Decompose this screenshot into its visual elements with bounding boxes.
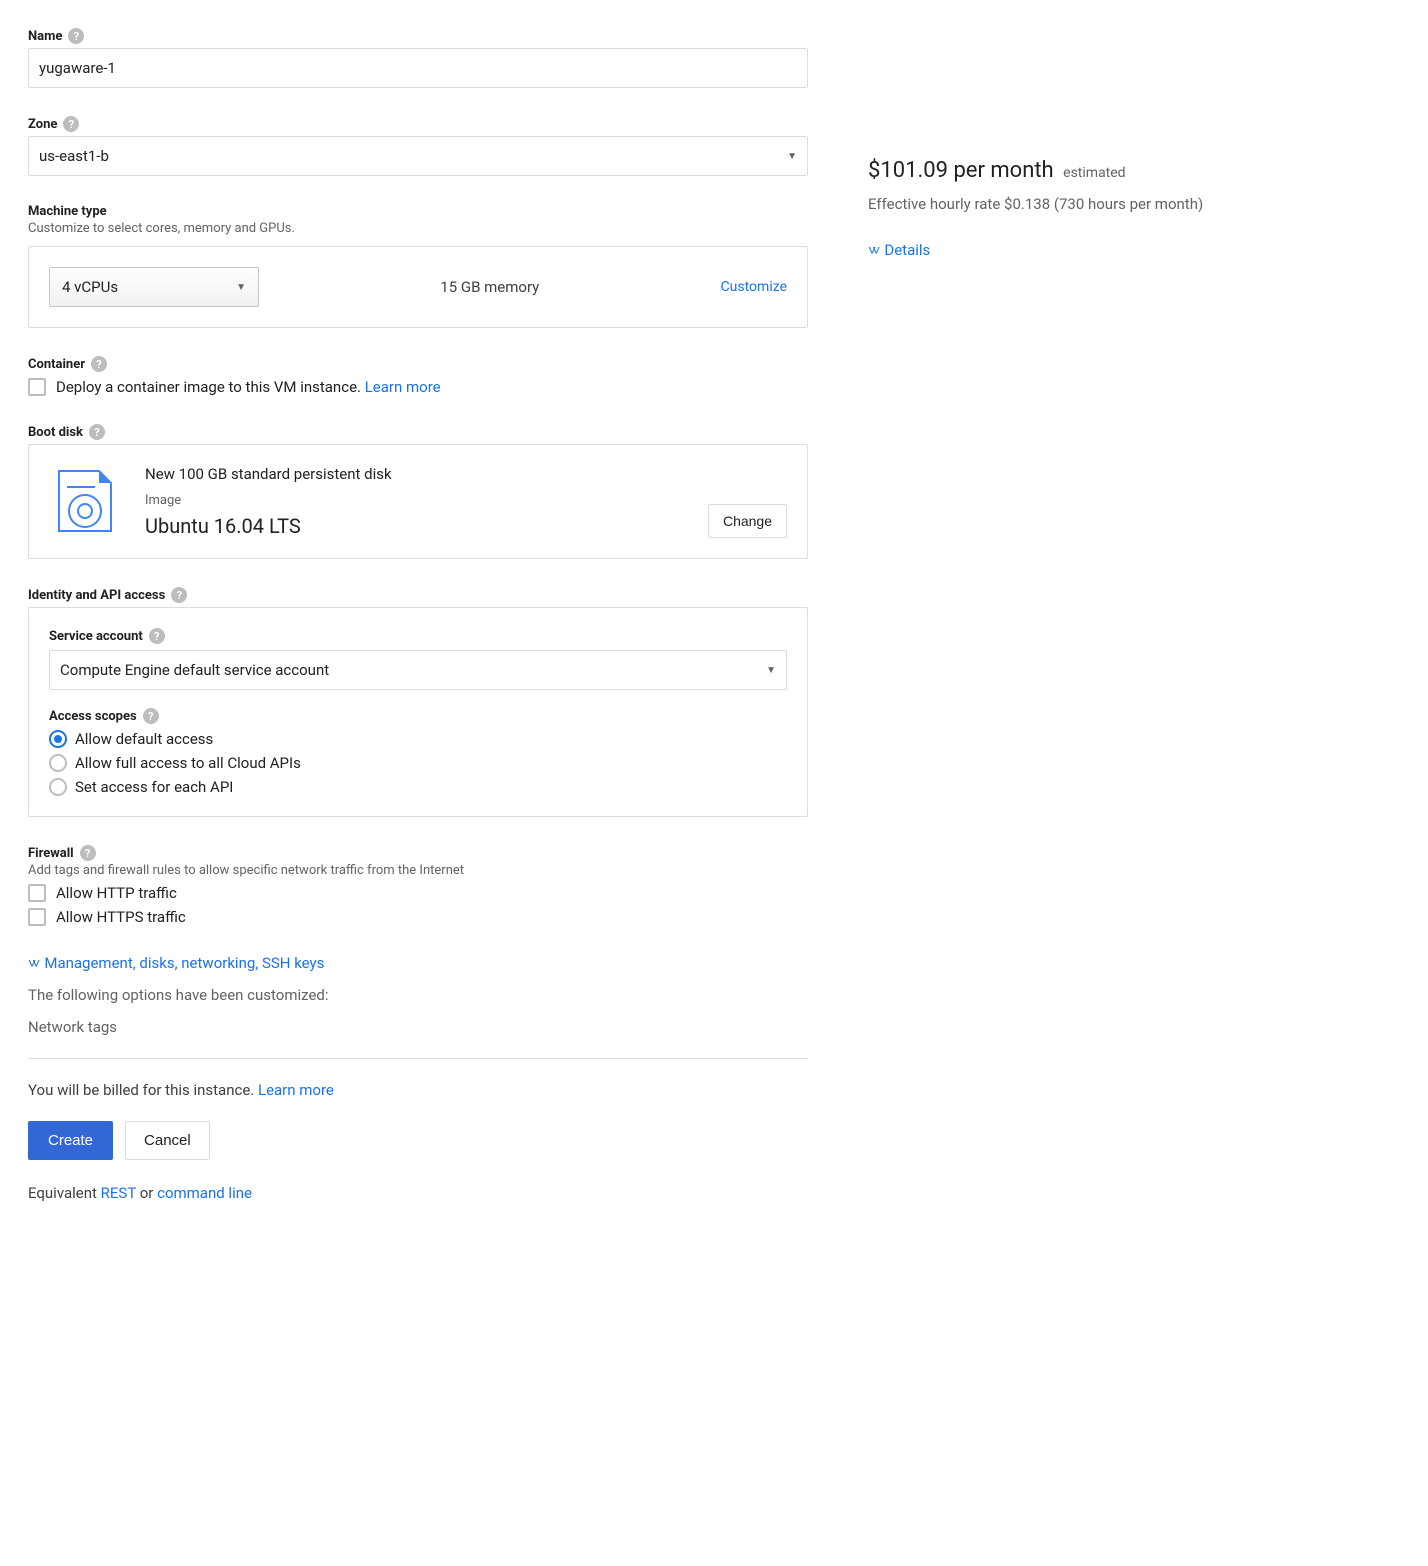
name-section: Name ? <box>28 28 808 88</box>
expand-row[interactable]: ˅˅ Management, disks, networking, SSH ke… <box>28 954 808 972</box>
rest-link[interactable]: REST <box>101 1184 136 1202</box>
memory-text: 15 GB memory <box>299 278 681 296</box>
bootdisk-os: Ubuntu 16.04 LTS <box>145 514 684 538</box>
firewall-label: Firewall <box>28 846 74 861</box>
customized-item: Network tags <box>28 1018 808 1036</box>
machine-section: Machine type Customize to select cores, … <box>28 204 808 328</box>
help-icon[interactable]: ? <box>91 356 107 372</box>
create-button[interactable]: Create <box>28 1121 113 1160</box>
scope-label: Allow default access <box>75 730 213 748</box>
machine-subtext: Customize to select cores, memory and GP… <box>28 221 808 236</box>
https-checkbox[interactable] <box>28 908 46 926</box>
http-label: Allow HTTP traffic <box>56 884 177 902</box>
vcpu-select[interactable]: 4 vCPUs ▼ <box>49 267 259 307</box>
container-learn-more-link[interactable]: Learn more <box>365 378 441 396</box>
http-checkbox[interactable] <box>28 884 46 902</box>
name-label: Name <box>28 29 62 44</box>
scope-radio-each[interactable] <box>49 778 67 796</box>
equivalent-text: Equivalent REST or command line <box>28 1184 808 1202</box>
bootdisk-section: Boot disk ? New 100 GB standard persiste… <box>28 424 808 559</box>
expand-link: Management, disks, networking, SSH keys <box>44 954 324 972</box>
change-button[interactable]: Change <box>708 504 787 538</box>
chevron-down-icon: ▼ <box>236 282 246 293</box>
service-account-select[interactable]: Compute Engine default service account ▼ <box>49 650 787 690</box>
help-icon[interactable]: ? <box>89 424 105 440</box>
zone-label: Zone <box>28 117 57 132</box>
container-checkbox[interactable] <box>28 378 46 396</box>
chevron-down-icon: ▼ <box>787 151 797 162</box>
customized-heading: The following options have been customiz… <box>28 986 808 1004</box>
container-text: Deploy a container image to this VM inst… <box>56 378 441 396</box>
machine-label: Machine type <box>28 204 107 219</box>
identity-section: Identity and API access ? Service accoun… <box>28 587 808 817</box>
service-account-value: Compute Engine default service account <box>60 661 329 679</box>
access-scopes-label: Access scopes <box>49 709 137 724</box>
zone-select[interactable]: us-east1-b ▼ <box>28 136 808 176</box>
bootdisk-label: Boot disk <box>28 425 83 440</box>
name-input[interactable] <box>28 48 808 88</box>
identity-label: Identity and API access <box>28 588 165 603</box>
cancel-button[interactable]: Cancel <box>125 1121 210 1160</box>
service-account-label: Service account <box>49 629 143 644</box>
scope-label: Set access for each API <box>75 778 233 796</box>
help-icon[interactable]: ? <box>80 845 96 861</box>
divider <box>28 1058 808 1059</box>
customize-link[interactable]: Customize <box>721 279 787 295</box>
bootdisk-image-label: Image <box>145 493 684 508</box>
zone-value: us-east1-b <box>39 147 109 165</box>
firewall-subtext: Add tags and firewall rules to allow spe… <box>28 863 808 878</box>
command-line-link[interactable]: command line <box>157 1184 252 1202</box>
pricing-sidebar: $101.09 per month estimated Effective ho… <box>868 28 1368 259</box>
disk-icon <box>49 465 121 537</box>
price-headline: $101.09 per month estimated <box>868 158 1368 183</box>
help-icon[interactable]: ? <box>68 28 84 44</box>
help-icon[interactable]: ? <box>63 116 79 132</box>
help-icon[interactable]: ? <box>171 587 187 603</box>
scope-radio-full[interactable] <box>49 754 67 772</box>
firewall-section: Firewall ? Add tags and firewall rules t… <box>28 845 808 926</box>
billing-learn-more-link[interactable]: Learn more <box>258 1081 334 1099</box>
price-sub: Effective hourly rate $0.138 (730 hours … <box>868 195 1368 213</box>
zone-section: Zone ? us-east1-b ▼ <box>28 116 808 176</box>
double-chevron-down-icon: ˅˅ <box>868 242 876 259</box>
price-estimated: estimated <box>1063 165 1125 181</box>
https-label: Allow HTTPS traffic <box>56 908 186 926</box>
scope-radio-default[interactable] <box>49 730 67 748</box>
bootdisk-title: New 100 GB standard persistent disk <box>145 465 684 483</box>
details-link: Details <box>884 241 930 259</box>
double-chevron-down-icon: ˅˅ <box>28 955 36 972</box>
billing-text: You will be billed for this instance. Le… <box>28 1081 808 1099</box>
scope-label: Allow full access to all Cloud APIs <box>75 754 301 772</box>
chevron-down-icon: ▼ <box>766 665 776 676</box>
container-label: Container <box>28 357 85 372</box>
help-icon[interactable]: ? <box>143 708 159 724</box>
vcpu-value: 4 vCPUs <box>62 278 118 296</box>
container-section: Container ? Deploy a container image to … <box>28 356 808 396</box>
help-icon[interactable]: ? <box>149 628 165 644</box>
details-toggle[interactable]: ˅˅ Details <box>868 241 1368 259</box>
